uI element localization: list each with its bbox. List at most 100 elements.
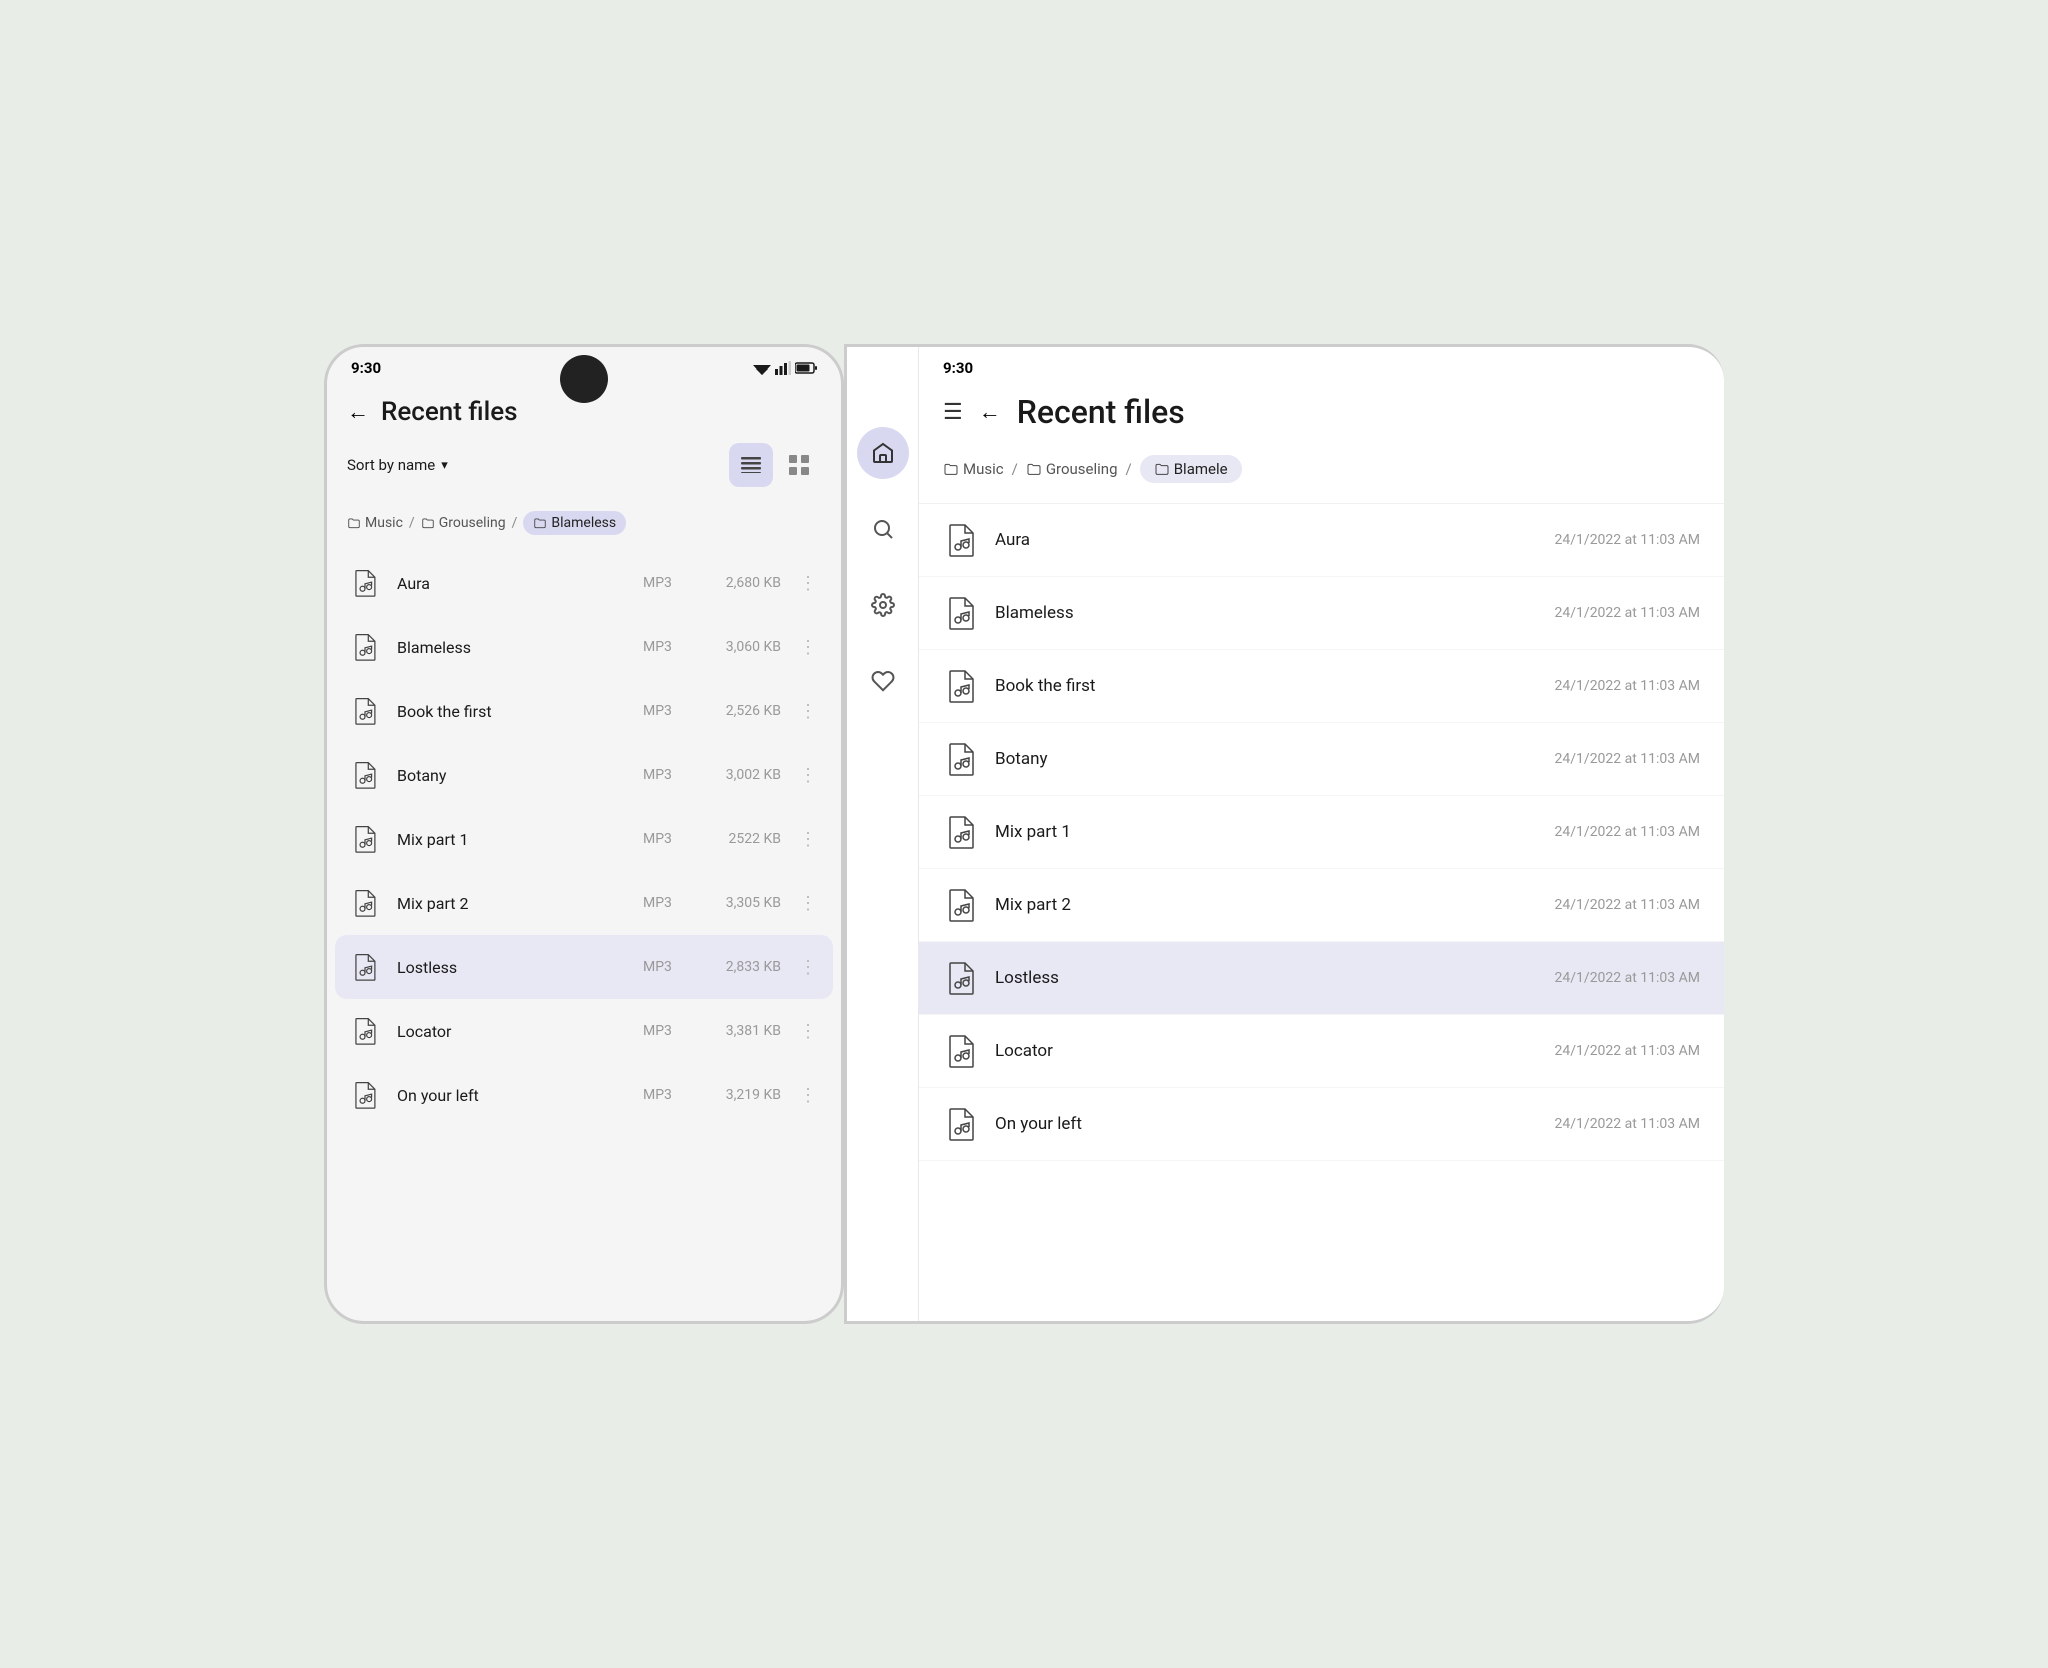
file-name: Blameless — [397, 638, 629, 657]
phone-breadcrumb-item[interactable]: Music — [347, 515, 403, 531]
tablet-file-row[interactable]: Mix part 2 24/1/2022 at 11:03 AM — [919, 869, 1724, 942]
tablet-file-row[interactable]: Mix part 1 24/1/2022 at 11:03 AM — [919, 796, 1724, 869]
tablet-breadcrumb-item[interactable]: Music — [943, 460, 1004, 478]
view-toggle — [729, 443, 821, 487]
file-icon — [347, 821, 383, 857]
sidebar-item-home[interactable] — [857, 427, 909, 479]
tablet-file-name: Botany — [995, 749, 1539, 769]
file-type: MP3 — [643, 1023, 687, 1039]
screen-container: 9:30 — [324, 344, 1724, 1324]
file-icon — [347, 1077, 383, 1113]
more-options-button[interactable]: ⋮ — [795, 1085, 821, 1106]
tablet-file-name: Blameless — [995, 603, 1539, 623]
phone-time: 9:30 — [351, 359, 381, 377]
search-icon — [871, 517, 895, 541]
tablet-file-row[interactable]: Book the first 24/1/2022 at 11:03 AM — [919, 650, 1724, 723]
file-name: On your left — [397, 1086, 629, 1105]
grid-view-button[interactable] — [777, 443, 821, 487]
tablet-file-icon — [943, 1033, 979, 1069]
file-size: 3,060 KB — [701, 639, 781, 655]
tablet-main: 9:30 ☰ ← Recent files Music/ Grouseling/… — [919, 347, 1724, 1321]
file-row[interactable]: Book the first MP3 2,526 KB ⋮ — [335, 679, 833, 743]
tablet-file-date: 24/1/2022 at 11:03 AM — [1555, 678, 1700, 694]
file-type: MP3 — [643, 895, 687, 911]
more-options-button[interactable]: ⋮ — [795, 1021, 821, 1042]
file-row[interactable]: Mix part 1 MP3 2522 KB ⋮ — [335, 807, 833, 871]
file-row[interactable]: On your left MP3 3,219 KB ⋮ — [335, 1063, 833, 1127]
more-options-button[interactable]: ⋮ — [795, 829, 821, 850]
file-row[interactable]: Botany MP3 3,002 KB ⋮ — [335, 743, 833, 807]
file-type: MP3 — [643, 575, 687, 591]
sidebar-item-search[interactable] — [857, 503, 909, 555]
hamburger-button[interactable]: ☰ — [943, 400, 963, 425]
phone-breadcrumb-item[interactable]: Grouseling — [421, 515, 506, 531]
tablet-file-row[interactable]: Aura 24/1/2022 at 11:03 AM — [919, 504, 1724, 577]
file-icon — [347, 885, 383, 921]
file-icon — [347, 949, 383, 985]
tablet-file-row[interactable]: On your left 24/1/2022 at 11:03 AM — [919, 1088, 1724, 1161]
file-row[interactable]: Locator MP3 3,381 KB ⋮ — [335, 999, 833, 1063]
file-type: MP3 — [643, 831, 687, 847]
file-type: MP3 — [643, 703, 687, 719]
tablet-frame: 9:30 ☰ ← Recent files Music/ Grouseling/… — [844, 344, 1724, 1324]
list-view-button[interactable] — [729, 443, 773, 487]
tablet-file-row[interactable]: Lostless 24/1/2022 at 11:03 AM — [919, 942, 1724, 1015]
more-options-button[interactable]: ⋮ — [795, 701, 821, 722]
phone-page-title: Recent files — [381, 397, 518, 427]
tablet-breadcrumb-item[interactable]: Blamele — [1140, 455, 1242, 483]
file-row[interactable]: Lostless MP3 2,833 KB ⋮ — [335, 935, 833, 999]
tablet-file-icon — [943, 741, 979, 777]
file-row[interactable]: Aura MP3 2,680 KB ⋮ — [335, 551, 833, 615]
phone-camera — [560, 355, 608, 403]
more-options-button[interactable]: ⋮ — [795, 893, 821, 914]
sidebar-item-settings[interactable] — [857, 579, 909, 631]
phone-breadcrumb-item[interactable]: Blameless — [523, 511, 626, 535]
file-row[interactable]: Blameless MP3 3,060 KB ⋮ — [335, 615, 833, 679]
tablet-file-name: Aura — [995, 530, 1539, 550]
tablet-breadcrumb: Music / Grouseling / Blamele — [919, 447, 1724, 504]
tablet-back-button[interactable]: ← — [979, 399, 1001, 425]
file-size: 3,305 KB — [701, 895, 781, 911]
file-name: Book the first — [397, 702, 629, 721]
tablet-file-date: 24/1/2022 at 11:03 AM — [1555, 1043, 1700, 1059]
tablet-file-name: Locator — [995, 1041, 1539, 1061]
tablet-file-icon — [943, 814, 979, 850]
tablet-file-icon — [943, 1106, 979, 1142]
chevron-down-icon: ▾ — [441, 458, 448, 473]
sort-toolbar: Sort by name ▾ — [327, 435, 841, 503]
phone-back-button[interactable]: ← — [347, 399, 369, 425]
tablet-file-name: Book the first — [995, 676, 1539, 696]
file-type: MP3 — [643, 639, 687, 655]
tablet-file-icon — [943, 595, 979, 631]
tablet-file-name: Mix part 1 — [995, 822, 1539, 842]
more-options-button[interactable]: ⋮ — [795, 957, 821, 978]
sort-by-button[interactable]: Sort by name ▾ — [347, 456, 448, 474]
tablet-file-name: Lostless — [995, 968, 1539, 988]
tablet-breadcrumb-item[interactable]: Grouseling — [1026, 460, 1118, 478]
file-row[interactable]: Mix part 2 MP3 3,305 KB ⋮ — [335, 871, 833, 935]
file-icon — [347, 1013, 383, 1049]
more-options-button[interactable]: ⋮ — [795, 573, 821, 594]
file-icon — [347, 757, 383, 793]
breadcrumb-separator: / — [409, 515, 415, 531]
sidebar-item-favorites[interactable] — [857, 655, 909, 707]
file-size: 3,219 KB — [701, 1087, 781, 1103]
more-options-button[interactable]: ⋮ — [795, 765, 821, 786]
sort-by-label: Sort by name — [347, 456, 435, 474]
phone-file-list: Aura MP3 2,680 KB ⋮ Blameless MP3 3,060 … — [327, 551, 841, 1127]
file-type: MP3 — [643, 959, 687, 975]
tablet-file-row[interactable]: Blameless 24/1/2022 at 11:03 AM — [919, 577, 1724, 650]
file-name: Botany — [397, 766, 629, 785]
breadcrumb-separator: / — [1126, 460, 1132, 478]
tablet-file-icon — [943, 522, 979, 558]
breadcrumb-separator: / — [1012, 460, 1018, 478]
tablet-file-row[interactable]: Botany 24/1/2022 at 11:03 AM — [919, 723, 1724, 796]
phone-content: ← Recent files Sort by name ▾ — [327, 385, 841, 1127]
file-name: Locator — [397, 1022, 629, 1041]
more-options-button[interactable]: ⋮ — [795, 637, 821, 658]
status-icons — [753, 361, 817, 375]
file-size: 2,833 KB — [701, 959, 781, 975]
tablet-file-icon — [943, 668, 979, 704]
phone-breadcrumb: Music/ Grouseling/ Blameless — [327, 503, 841, 551]
tablet-file-row[interactable]: Locator 24/1/2022 at 11:03 AM — [919, 1015, 1724, 1088]
